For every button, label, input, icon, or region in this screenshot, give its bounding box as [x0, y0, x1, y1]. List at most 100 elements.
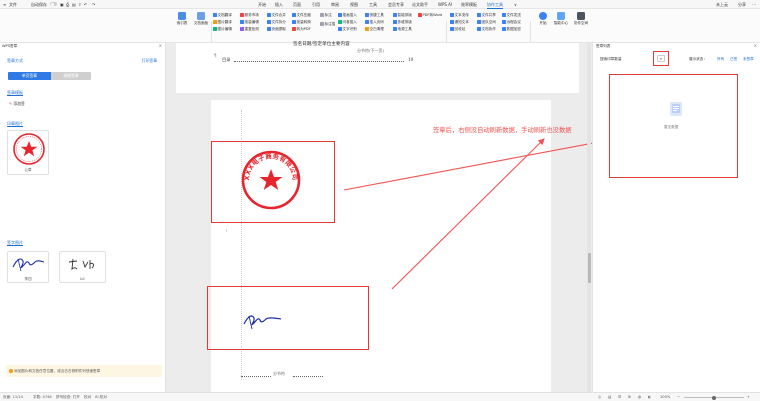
menu-icon[interactable]: ≡	[3, 2, 6, 7]
spell-check[interactable]: 拼写检查: 打开	[56, 395, 80, 400]
quick-tools-button[interactable]: 快捷工具	[365, 13, 384, 17]
power-tools-button[interactable]: 电源工具	[393, 27, 412, 31]
tab-view[interactable]: 视图	[350, 2, 358, 8]
image-edit-button[interactable]: 图片编辑	[213, 27, 232, 31]
autosave-toggle[interactable]	[50, 2, 57, 6]
notice-text-button[interactable]: 通知文本	[450, 20, 469, 24]
team-space-button[interactable]: 团队空间	[477, 20, 496, 24]
file-menu[interactable]: 文件	[9, 2, 17, 8]
zoom-in-icon[interactable]: +	[747, 395, 750, 399]
cross-page-sign-button[interactable]: 骑缝签章	[51, 72, 91, 80]
zoom-level[interactable]: 100%	[660, 395, 670, 399]
tab-collab-tools[interactable]: 协作工具	[487, 2, 503, 9]
index-button[interactable]: 索引表	[174, 12, 190, 26]
tab-insert[interactable]: 插入	[275, 2, 283, 8]
recycle-icon	[450, 27, 454, 31]
tab-home[interactable]: 开始	[258, 2, 266, 8]
doc-panel-button[interactable]: 文档面板	[192, 12, 210, 26]
section-seal-images[interactable]: 印章图片	[7, 121, 23, 127]
translate-image-button[interactable]: 图片翻译	[213, 20, 232, 24]
section-template[interactable]: 签章模板	[7, 90, 23, 96]
zoom-slider-handle[interactable]	[712, 395, 716, 400]
survey-insert-button[interactable]: 问卷插入	[338, 20, 357, 24]
outline-icon[interactable]: ⊞	[628, 395, 631, 399]
file-merge-button[interactable]: 文件合并	[267, 13, 286, 17]
zoom-out-icon[interactable]: −	[677, 395, 680, 399]
highlight-box-search	[653, 51, 669, 66]
page-indicator[interactable]: 页面: 11/14	[3, 395, 23, 400]
undo-icon[interactable]: ↶	[84, 2, 87, 7]
tab-tools[interactable]: 工具	[369, 2, 377, 8]
page-view-icon[interactable]: ▤	[608, 395, 611, 399]
blank-cleanup-button[interactable]: 空白清理	[365, 27, 384, 31]
seal-card[interactable]: 公章	[7, 130, 49, 175]
save-icon[interactable]: ▣	[60, 2, 64, 7]
add-seal-button[interactable]: ✎ 添加签	[9, 101, 25, 107]
close-icon[interactable]: ×	[754, 43, 757, 48]
smart-layout-button[interactable]: 智能排版	[393, 13, 412, 17]
tab-references[interactable]: 引用	[312, 2, 320, 8]
read-mode-icon[interactable]: ◎	[598, 395, 601, 399]
collab-space-button[interactable]: 协作空间	[572, 12, 590, 26]
focus-icon[interactable]: ◍	[638, 395, 641, 399]
filter-unsigned[interactable]: 未签章	[743, 57, 754, 62]
section-signature-images[interactable]: 签字图片	[7, 240, 23, 246]
text-circulation-button[interactable]: 文本流传	[450, 13, 469, 17]
print-sign-link[interactable]: 打印签章	[142, 58, 157, 64]
tab-wps-ai[interactable]: WPS AI	[438, 2, 452, 7]
file-send-button[interactable]: 文件发送	[502, 13, 521, 17]
eye-protect-icon[interactable]: ◐	[648, 395, 651, 399]
circulation-icon	[450, 13, 454, 17]
tab-member[interactable]: 会员专享	[388, 2, 404, 8]
web-view-icon[interactable]: ☰	[618, 395, 621, 399]
translate-doc-button[interactable]: 文档翻译	[213, 13, 232, 17]
file-share-button[interactable]: 文件共享	[477, 13, 496, 17]
print-icon[interactable]: ⎙	[66, 2, 69, 7]
smart-center-button[interactable]: 智能中心	[552, 12, 570, 26]
data-encrypt-button[interactable]: 数据加密	[502, 27, 521, 31]
start-button[interactable]: 开始	[536, 12, 550, 26]
scrollbar-thumb[interactable]	[587, 253, 591, 283]
proofread[interactable]: 校对	[84, 395, 91, 400]
signature-card-1[interactable]: 李四	[7, 251, 49, 283]
redo-icon[interactable]: ↷	[92, 2, 95, 7]
remote-meeting-button[interactable]: 远程会议	[502, 20, 521, 24]
tab-review[interactable]: 审阅	[331, 2, 339, 8]
split-icon	[267, 20, 271, 24]
more-options-icon[interactable]: ⋯	[752, 2, 756, 7]
tab-thesis[interactable]: 论文助手	[412, 2, 428, 8]
multi-layout-button[interactable]: 多维排版	[393, 20, 412, 24]
single-page-sign-button[interactable]: 单页签章	[8, 72, 51, 80]
service-market-button[interactable]: 服务市场	[240, 13, 259, 17]
signature-card-2[interactable]: b2	[59, 251, 106, 283]
para-marker: ⁞	[226, 228, 228, 233]
page-extract-button[interactable]: 页面提取	[267, 27, 286, 31]
insert-page-number-button[interactable]: 插入页码	[365, 20, 384, 24]
tab-page[interactable]: 页面	[293, 2, 301, 8]
pdf-to-word-button[interactable]: PDF转Word	[418, 13, 442, 17]
illustration-insert-button[interactable]: 插画插入	[338, 13, 357, 17]
word-count[interactable]: 字数: 4746	[33, 395, 52, 400]
recycle-bin-button[interactable]: 回收站	[450, 27, 465, 31]
more-icon[interactable]: ∨	[514, 2, 517, 7]
tab-templates[interactable]: 效率模板	[461, 2, 477, 8]
doc-collab-button[interactable]: 文档协作	[477, 27, 496, 31]
annotate-button[interactable]: 标注	[320, 13, 332, 17]
batch-convert-button[interactable]: 批量转换	[292, 20, 311, 24]
file-compress-button[interactable]: 文件压缩	[292, 13, 311, 17]
ocr-button[interactable]: 文字识别	[338, 27, 357, 31]
export-icon[interactable]: ⇪	[78, 2, 81, 7]
share-button[interactable]: 分享	[738, 2, 746, 8]
scrollbar-track[interactable]	[587, 43, 591, 392]
close-icon[interactable]: ×	[159, 43, 162, 48]
batch-edit-button[interactable]: 批量编辑	[240, 20, 259, 24]
filter-signed[interactable]: 已签	[730, 57, 737, 62]
preview-icon[interactable]: ▤	[72, 2, 76, 7]
file-split-button[interactable]: 文件拆分	[267, 20, 286, 24]
to-pdf-button[interactable]: 转为PDF	[292, 27, 311, 31]
user-status[interactable]: 未上云	[716, 2, 728, 8]
ai-proofread[interactable]: AI 校对	[95, 395, 107, 400]
duplicate-check-button[interactable]: 重复检测	[240, 27, 259, 31]
filter-all[interactable]: 所有	[717, 57, 724, 62]
annotate-insert-button[interactable]: 标注插	[320, 22, 335, 26]
